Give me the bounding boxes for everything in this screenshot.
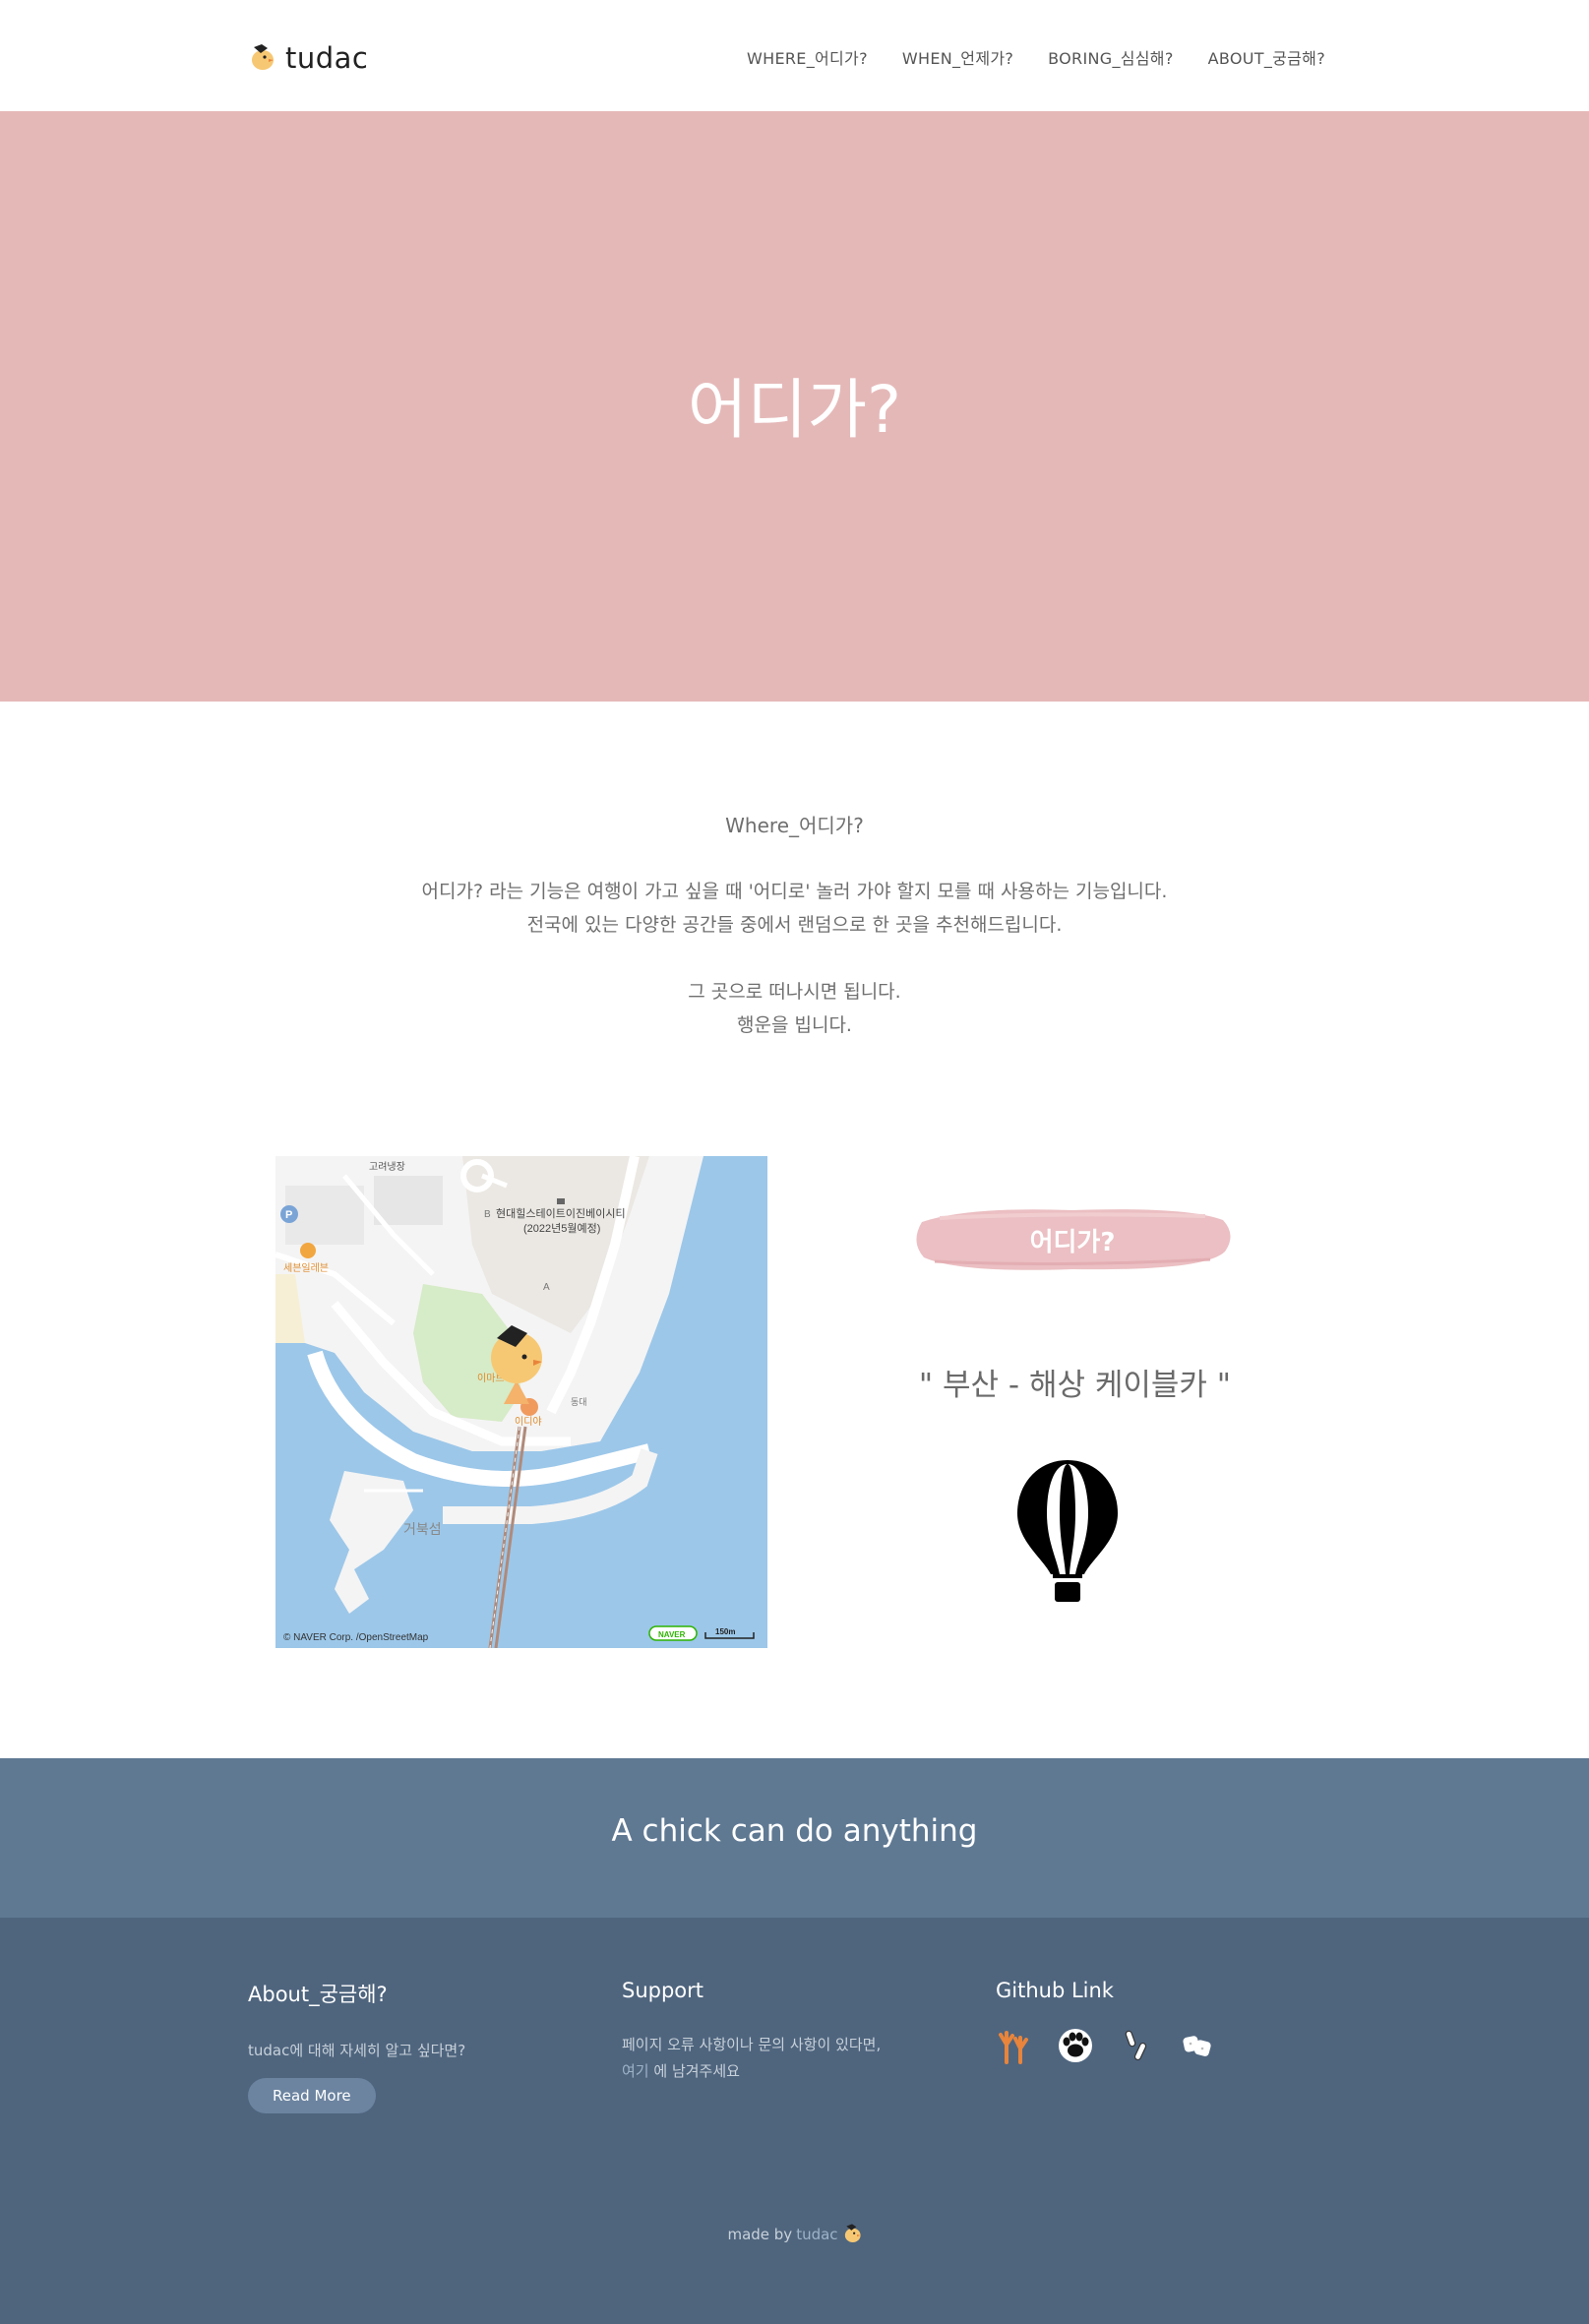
- made-by-prefix: made by: [727, 2226, 793, 2243]
- result-panel: 어디가? " 부산 - 해상 케이블카 ": [886, 1191, 1279, 1614]
- intro-line: 행운을 빕니다.: [737, 1014, 852, 1036]
- bandage-icon[interactable]: [1118, 2026, 1155, 2065]
- map-label-a: A: [543, 1282, 550, 1293]
- nav-when[interactable]: WHEN_언제가?: [902, 45, 1013, 69]
- made-by-link[interactable]: tudac: [796, 2226, 837, 2243]
- footer-github-title: Github Link: [996, 1979, 1114, 2002]
- footer-about-title: About_궁금해?: [248, 1983, 388, 2006]
- hero-section: 어디가?: [0, 111, 1589, 702]
- hot-air-balloon-icon: [1013, 1456, 1122, 1608]
- map-scale: 150m: [715, 1627, 735, 1636]
- dice-icon[interactable]: [1179, 2026, 1216, 2065]
- site-header: tudac WHERE_어디가? WHEN_언제가? BORING_심심해? A…: [0, 0, 1589, 111]
- location-map[interactable]: 고려냉장 P 세븐일레븐 B 현대힐스테이트이진베이시티 (2022년5월예정)…: [275, 1156, 767, 1648]
- chick-feet-icon[interactable]: [996, 2026, 1033, 2065]
- main-nav: WHERE_어디가? WHEN_언제가? BORING_심심해? ABOUT_궁…: [747, 45, 1325, 69]
- footer-about-text: tudac에 대해 자세히 알고 싶다면?: [248, 2042, 466, 2059]
- intro-line: 어디가? 라는 기능은 여행이 가고 싶을 때 '어디로' 놀러 가야 할지 모…: [421, 881, 1168, 902]
- map-label-island: 거북섬: [403, 1521, 442, 1537]
- recommended-place: " 부산 - 해상 케이블카 ": [918, 1368, 1232, 1403]
- footer-github: Github Link: [996, 1979, 1216, 2065]
- map-label-east: 동대: [571, 1397, 587, 1407]
- paw-icon[interactable]: [1057, 2026, 1094, 2065]
- footer-support-line2-rest: 에 남겨주세요: [648, 2062, 740, 2080]
- footer-about: About_궁금해? tudac에 대해 자세히 알고 싶다면? Read Mo…: [248, 1979, 465, 2113]
- naver-badge: NAVER: [658, 1630, 686, 1639]
- intro-subtitle: Where_어디가?: [725, 814, 864, 837]
- map-label-b: B: [484, 1209, 491, 1220]
- footer-support-line1: 페이지 오류 사항이나 문의 사항이 있다면,: [622, 2036, 882, 2053]
- support-link[interactable]: 여기: [622, 2062, 649, 2080]
- site-footer: About_궁금해? tudac에 대해 자세히 알고 싶다면? Read Mo…: [0, 1918, 1589, 2324]
- chick-small-icon: [842, 2222, 862, 2247]
- read-more-button[interactable]: Read More: [248, 2078, 376, 2113]
- hero-title: 어디가?: [687, 372, 902, 448]
- where-button[interactable]: 어디가?: [910, 1200, 1235, 1279]
- slogan-banner: A chick can do anything: [0, 1758, 1589, 1918]
- slogan-text: A chick can do anything: [611, 1813, 978, 1849]
- logo-text: tudac: [285, 41, 369, 75]
- logo[interactable]: tudac: [248, 41, 368, 75]
- intro-line: 그 곳으로 떠나시면 됩니다.: [688, 981, 901, 1003]
- nav-where[interactable]: WHERE_어디가?: [747, 45, 868, 69]
- intro-section: Where_어디가? 어디가? 라는 기능은 여행이 가고 싶을 때 '어디로'…: [0, 809, 1589, 1042]
- map-copyright: © NAVER Corp. /OpenStreetMap: [283, 1632, 429, 1643]
- map-label-building: 현대힐스테이트이진베이시티: [496, 1207, 626, 1220]
- map-label-store: 세븐일레븐: [283, 1262, 329, 1274]
- github-icons: [996, 2026, 1216, 2065]
- footer-support: Support 페이지 오류 사항이나 문의 사항이 있다면, 여기 에 남겨주…: [622, 1979, 881, 2085]
- map-label-cafe: 이디야: [515, 1416, 542, 1428]
- chick-logo-icon: [248, 41, 275, 75]
- footer-support-line2: 여기 에 남겨주세요: [622, 2058, 881, 2085]
- nav-boring[interactable]: BORING_심심해?: [1048, 45, 1173, 69]
- parking-icon: P: [285, 1209, 292, 1221]
- made-by: made by tudac: [0, 2222, 1589, 2247]
- nav-about[interactable]: ABOUT_궁금해?: [1208, 45, 1325, 69]
- intro-line: 전국에 있는 다양한 공간들 중에서 랜덤으로 한 곳을 추천해드립니다.: [526, 914, 1063, 936]
- footer-support-title: Support: [622, 1979, 704, 2002]
- map-label-top: 고려냉장: [369, 1161, 405, 1173]
- map-label-building-sub: (2022년5월예정): [523, 1222, 600, 1235]
